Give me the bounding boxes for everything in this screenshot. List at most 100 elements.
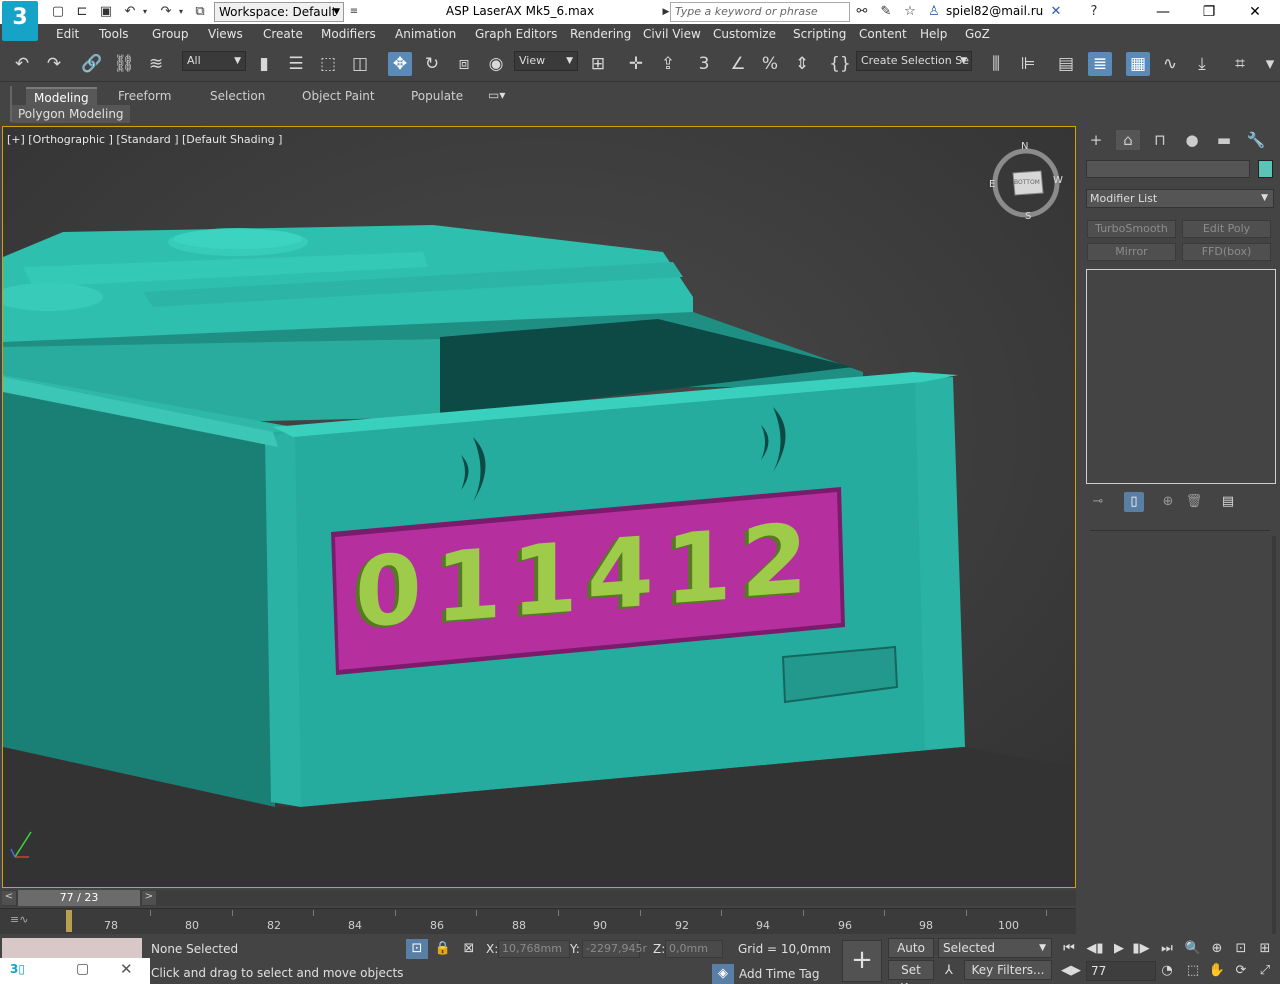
toggle-ribbon-icon[interactable]: ▦ (1126, 52, 1150, 76)
layer-explorer-icon[interactable]: ≣ (1088, 52, 1112, 76)
orbit-icon[interactable]: ⟳ (1230, 961, 1252, 981)
curve-editor-icon[interactable]: ∿ (1158, 52, 1182, 76)
time-slider-track[interactable] (2, 890, 1076, 906)
modify-tab-icon[interactable]: ⌂ (1116, 130, 1140, 150)
select-and-scale-icon[interactable]: ⧈ (452, 52, 476, 76)
menu-tools[interactable]: Tools (99, 27, 129, 41)
ribbon-options-icon[interactable]: ▭▾ (488, 88, 505, 102)
zoom-extents-icon[interactable]: ⊡ (1230, 939, 1252, 959)
menu-scripting[interactable]: Scripting (793, 27, 846, 41)
field-of-view-icon[interactable]: ⬚ (1182, 961, 1204, 981)
select-by-name-icon[interactable]: ☰ (284, 52, 308, 76)
turbosmooth-button[interactable]: TurboSmooth (1087, 220, 1176, 238)
keyboard-shortcut-override-icon[interactable]: ⇪ (656, 52, 680, 76)
project-folder-icon[interactable]: ⧉ (192, 4, 208, 20)
scene-explorer-icon[interactable]: ▤ (1054, 52, 1078, 76)
user-account[interactable]: spiel82@mail.ru (946, 4, 1043, 18)
set-key-button[interactable]: Set Key (888, 960, 934, 984)
menu-customize[interactable]: Customize (713, 27, 776, 41)
select-and-move-icon[interactable]: ✥ (388, 52, 412, 76)
menu-modifiers[interactable]: Modifiers (321, 27, 376, 41)
edit-named-selection-icon[interactable]: {} (828, 52, 852, 76)
undo-dropdown-icon[interactable]: ▾ (140, 4, 150, 20)
redo-icon[interactable]: ↷ (42, 52, 66, 76)
menu-goz[interactable]: GoZ (965, 27, 990, 41)
pivot-center-icon[interactable]: ⊞ (586, 52, 610, 76)
menu-graph-editors[interactable]: Graph Editors (475, 27, 557, 41)
next-frame-icon[interactable]: ▮▶ (1130, 939, 1152, 959)
menu-group[interactable]: Group (152, 27, 189, 41)
viewport-orthographic[interactable]: [+] [Orthographic ] [Standard ] [Default… (2, 126, 1076, 888)
configure-sets-icon[interactable]: ▤ (1218, 492, 1238, 512)
play-icon[interactable]: ▶ (1108, 939, 1130, 959)
menu-help[interactable]: Help (920, 27, 947, 41)
menu-rendering[interactable]: Rendering (570, 27, 631, 41)
menu-edit[interactable]: Edit (56, 27, 79, 41)
rect-selection-icon[interactable]: ⬚ (316, 52, 340, 76)
snaps-toggle-icon[interactable]: 3 (692, 52, 716, 76)
pin-stack-icon[interactable]: ⊸ (1088, 492, 1108, 512)
minimize-button[interactable]: — (1140, 0, 1186, 24)
ribbon-tab-modeling[interactable]: Modeling (26, 87, 97, 105)
motion-tab-icon[interactable]: ● (1180, 130, 1204, 150)
new-file-icon[interactable]: ▢ (50, 4, 66, 20)
time-slider-prev-button[interactable]: < (2, 891, 16, 905)
time-tag-icon[interactable]: ◈ (712, 964, 734, 984)
panel-splitter[interactable] (1090, 530, 1270, 531)
exchange-apps-icon[interactable]: ✕ (1048, 4, 1064, 20)
binoculars-icon[interactable]: ⚯ (854, 4, 870, 20)
viewcube[interactable]: N S W E BOTTOM (989, 141, 1063, 222)
y-coordinate-field[interactable]: -2297,945r (582, 940, 647, 958)
ribbon-tab-selection[interactable]: Selection (210, 87, 265, 105)
pan-view-icon[interactable]: ✋ (1206, 961, 1228, 981)
user-icon[interactable]: ♙ (926, 4, 942, 20)
previous-frame-icon[interactable]: ◀▮ (1084, 939, 1106, 959)
display-tab-icon[interactable]: ▬ (1212, 130, 1236, 150)
absolute-mode-icon[interactable]: ⊠ (458, 939, 480, 959)
auto-key-button[interactable]: Auto Key (888, 938, 934, 973)
mirror-button[interactable]: Mirror (1087, 243, 1176, 261)
open-file-icon[interactable]: ⊏ (74, 4, 90, 20)
ffd-box-button[interactable]: FFD(box) (1182, 243, 1271, 261)
menu-animation[interactable]: Animation (395, 27, 456, 41)
time-configuration-icon[interactable]: ◔ (1156, 961, 1178, 981)
toolbar-overflow-icon[interactable]: ▾ (1262, 52, 1278, 76)
edit-poly-button[interactable]: Edit Poly (1182, 220, 1271, 238)
object-name-input[interactable] (1086, 160, 1250, 178)
current-frame-field[interactable]: 77 (1086, 961, 1156, 981)
z-coordinate-field[interactable]: 0,0mm (665, 940, 723, 958)
unlink-icon[interactable]: ⛓ (112, 52, 136, 76)
key-filter-mode-icon[interactable]: ⅄ (938, 961, 960, 981)
angle-snap-icon[interactable]: ∠ (726, 52, 750, 76)
material-editor-icon[interactable]: ⌗ (1228, 52, 1252, 76)
go-to-end-icon[interactable]: ⏭ (1156, 939, 1178, 959)
restore-window-icon[interactable]: ▢ (76, 961, 89, 977)
create-tab-icon[interactable]: + (1084, 130, 1108, 150)
command-panel-scrollbar[interactable] (1272, 536, 1276, 934)
menu-create[interactable]: Create (263, 27, 303, 41)
current-frame-marker[interactable] (66, 910, 72, 932)
select-and-rotate-icon[interactable]: ↻ (420, 52, 444, 76)
help-icon[interactable]: ? (1086, 4, 1102, 20)
close-window-icon[interactable]: ✕ (120, 960, 133, 978)
viewport-label-menu[interactable]: [+] [Orthographic ] [Standard ] [Default… (7, 133, 282, 146)
maximize-button[interactable]: ❐ (1186, 0, 1232, 24)
modifier-list-dropdown[interactable]: Modifier List ▼ (1086, 189, 1274, 208)
communication-icon[interactable]: ✎ (878, 4, 894, 20)
menu-content[interactable]: Content (859, 27, 907, 41)
reference-coordinate-dropdown[interactable]: View ▼ (514, 51, 578, 71)
utilities-tab-icon[interactable]: 🔧 (1244, 130, 1268, 150)
app-logo[interactable]: 3 (2, 1, 38, 41)
modifier-stack[interactable] (1086, 269, 1276, 484)
set-key-big-button[interactable]: + (842, 940, 882, 982)
curve-editor-toggle-icon[interactable]: ≡∿ (10, 913, 28, 926)
workspace-dropdown[interactable]: Workspace: Default ▼ (214, 2, 344, 22)
bind-spacewarp-icon[interactable]: ≋ (144, 52, 168, 76)
hierarchy-tab-icon[interactable]: ⊓ (1148, 130, 1172, 150)
zoom-extents-all-icon[interactable]: ⊞ (1254, 939, 1276, 959)
search-input[interactable]: Type a keyword or phrase (670, 2, 850, 22)
time-slider-thumb[interactable]: 77 / 23 (18, 890, 140, 906)
selection-filter-dropdown[interactable]: All ▼ (182, 51, 246, 71)
x-coordinate-field[interactable]: 10,768mm (498, 940, 570, 958)
zoom-icon[interactable]: 🔍 (1182, 939, 1204, 959)
